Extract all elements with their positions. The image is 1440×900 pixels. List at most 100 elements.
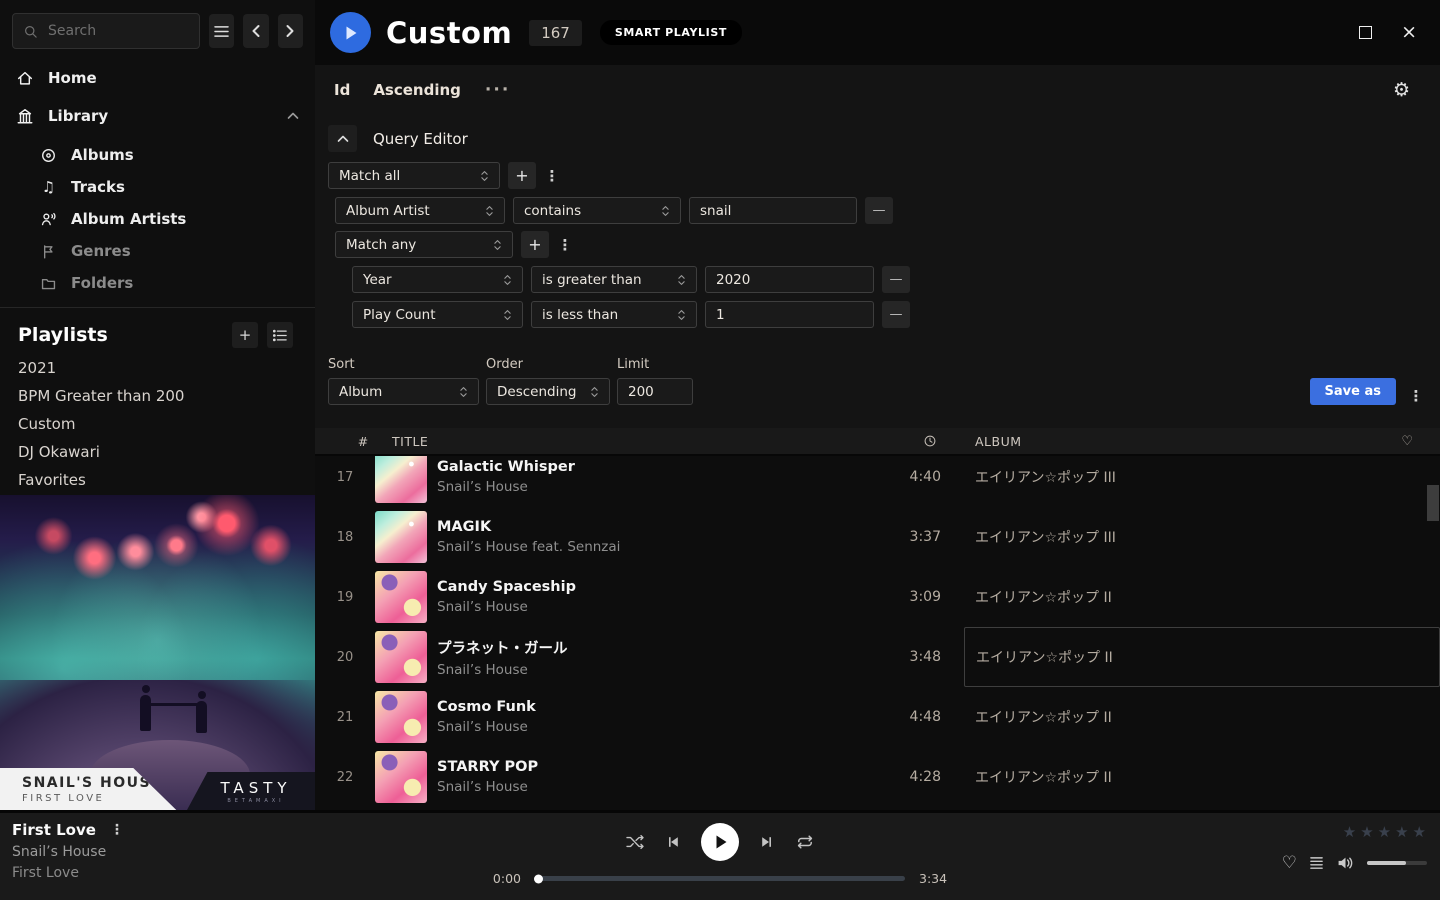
sidebar-item-album-artists[interactable]: Album Artists	[0, 203, 315, 235]
match-type-select[interactable]: Match all	[328, 162, 500, 189]
chevron-right-icon	[284, 24, 296, 38]
sidebar-item-albums[interactable]: Albums	[0, 139, 315, 171]
add-playlist-button[interactable]: +	[232, 322, 258, 348]
match-type-select[interactable]: Match any	[335, 231, 513, 258]
table-row[interactable]: 18 MAGIK Snail’s House feat. Sennzai 3:3…	[315, 507, 1440, 567]
playlist-item[interactable]: BPM Greater than 200	[0, 382, 315, 410]
remove-rule-button[interactable]: —	[882, 301, 910, 328]
limit-input[interactable]	[628, 384, 682, 400]
track-album-cell[interactable]: エイリアン☆ポップ II	[964, 747, 1440, 807]
favorite-column-icon[interactable]: ♡	[1401, 434, 1413, 449]
table-row[interactable]: 17 Galactic Whisper Snail’s House 4:40 エ…	[315, 456, 1440, 507]
collapse-query-editor-button[interactable]	[328, 125, 357, 152]
play-icon	[344, 25, 358, 41]
scrollbar-thumb[interactable]	[1427, 485, 1439, 521]
select-updown-icon	[661, 204, 670, 218]
table-row[interactable]: 21 Cosmo Funk Snail’s House 4:48 エイリアン☆ポ…	[315, 687, 1440, 747]
sort-direction-button[interactable]: Ascending	[373, 81, 461, 99]
column-header-title[interactable]: TITLE	[392, 434, 428, 449]
rule-field-select[interactable]: Year	[352, 266, 523, 293]
menu-button[interactable]	[209, 14, 234, 48]
gear-icon[interactable]: ⚙	[1393, 79, 1410, 101]
repeat-button[interactable]	[795, 834, 815, 850]
table-row[interactable]: 22 STARRY POP Snail’s House 4:28 エイリアン☆ポ…	[315, 747, 1440, 807]
rule-value-field[interactable]	[705, 301, 874, 328]
rule-value-field[interactable]	[689, 197, 857, 224]
rule-field-select[interactable]: Play Count	[352, 301, 523, 328]
close-button[interactable]: ×	[1401, 23, 1417, 42]
limit-field[interactable]	[617, 378, 693, 405]
sort-field-button[interactable]: Id	[334, 81, 350, 99]
smart-playlist-badge: SMART PLAYLIST	[600, 20, 742, 45]
rule-operator-select[interactable]: is less than	[531, 301, 697, 328]
sidebar-item-genres[interactable]: Genres	[0, 235, 315, 267]
rule-operator-select[interactable]: contains	[513, 197, 681, 224]
volume-slider[interactable]	[1367, 861, 1427, 865]
sidebar-item-tracks[interactable]: ♫ Tracks	[0, 171, 315, 203]
playlist-item[interactable]: 2021	[0, 354, 315, 382]
favorite-button[interactable]: ♡	[1282, 853, 1297, 873]
play-playlist-button[interactable]	[330, 12, 371, 53]
track-album-cell-focused[interactable]: エイリアン☆ポップ II	[964, 627, 1440, 687]
rule-operator-select[interactable]: is greater than	[531, 266, 697, 293]
sidebar-item-library[interactable]: Library	[0, 99, 315, 133]
save-menu-button[interactable]: ⋮	[1408, 387, 1424, 405]
star-icon[interactable]: ★	[1360, 823, 1374, 841]
remove-rule-button[interactable]: —	[865, 197, 893, 224]
back-button[interactable]	[243, 14, 268, 48]
save-as-button[interactable]: Save as	[1310, 378, 1396, 405]
seek-bar[interactable]	[535, 876, 905, 881]
track-album-cell[interactable]: エイリアン☆ポップ II	[964, 567, 1440, 627]
search-input[interactable]	[46, 22, 160, 40]
duration-column-icon[interactable]	[923, 434, 937, 448]
search-box[interactable]	[12, 13, 200, 49]
star-icon[interactable]: ★	[1413, 823, 1427, 841]
sidebar-item-home[interactable]: Home	[0, 61, 315, 95]
shuffle-button[interactable]	[625, 834, 645, 850]
rule-value-field[interactable]	[705, 266, 874, 293]
order-select[interactable]: Descending	[486, 378, 610, 405]
playlist-list-button[interactable]	[267, 322, 293, 348]
forward-button[interactable]	[278, 14, 303, 48]
track-album-cell[interactable]: エイリアン☆ポップ III	[964, 456, 1440, 507]
library-icon	[16, 107, 34, 125]
playlist-item[interactable]: DJ Okawari	[0, 438, 315, 466]
rating-stars[interactable]: ★ ★ ★ ★ ★	[1343, 823, 1427, 841]
queue-icon[interactable]	[1309, 856, 1324, 870]
seek-handle[interactable]	[534, 874, 543, 883]
group-menu-button[interactable]: ⋮	[557, 236, 573, 254]
group-menu-button[interactable]: ⋮	[544, 167, 560, 185]
table-row[interactable]: 19 Candy Spaceship Snail’s House 3:09 エイ…	[315, 567, 1440, 627]
playlist-header: Custom 167 SMART PLAYLIST ×	[315, 0, 1440, 65]
add-rule-button[interactable]: +	[521, 231, 549, 258]
volume-icon[interactable]	[1336, 855, 1355, 871]
track-album-cell[interactable]: エイリアン☆ポップ II	[964, 687, 1440, 747]
sort-select[interactable]: Album	[328, 378, 479, 405]
add-rule-button[interactable]: +	[508, 162, 536, 189]
play-pause-button[interactable]	[701, 823, 739, 861]
column-header-album[interactable]: ALBUM	[975, 434, 1022, 449]
star-icon[interactable]: ★	[1395, 823, 1409, 841]
track-album-cell[interactable]: エイリアン☆ポップ III	[964, 507, 1440, 567]
star-icon[interactable]: ★	[1343, 823, 1357, 841]
playlist-item[interactable]: Favorites	[0, 466, 315, 494]
column-header-index[interactable]: #	[353, 434, 373, 449]
playlist-item[interactable]: Custom	[0, 410, 315, 438]
music-note-icon: ♫	[40, 178, 57, 196]
star-icon[interactable]: ★	[1378, 823, 1392, 841]
chevron-up-icon[interactable]	[287, 112, 299, 120]
track-menu-button[interactable]: ⋮	[110, 822, 124, 838]
maximize-button[interactable]	[1359, 26, 1372, 39]
remove-rule-button[interactable]: —	[882, 266, 910, 293]
previous-button[interactable]	[665, 834, 681, 850]
rule-value-input[interactable]	[716, 307, 863, 323]
volume-fill	[1367, 861, 1406, 865]
rule-field-select[interactable]: Album Artist	[335, 197, 505, 224]
toolbar-more-button[interactable]: ···	[485, 80, 510, 100]
rule-value-input[interactable]	[700, 203, 846, 219]
rule-value-input[interactable]	[716, 272, 863, 288]
next-button[interactable]	[759, 834, 775, 850]
sidebar-item-folders[interactable]: Folders	[0, 267, 315, 299]
table-row[interactable]: 20 プラネット・ガール Snail’s House 3:48 エイリアン☆ポッ…	[315, 627, 1440, 687]
select-value: contains	[524, 203, 581, 219]
